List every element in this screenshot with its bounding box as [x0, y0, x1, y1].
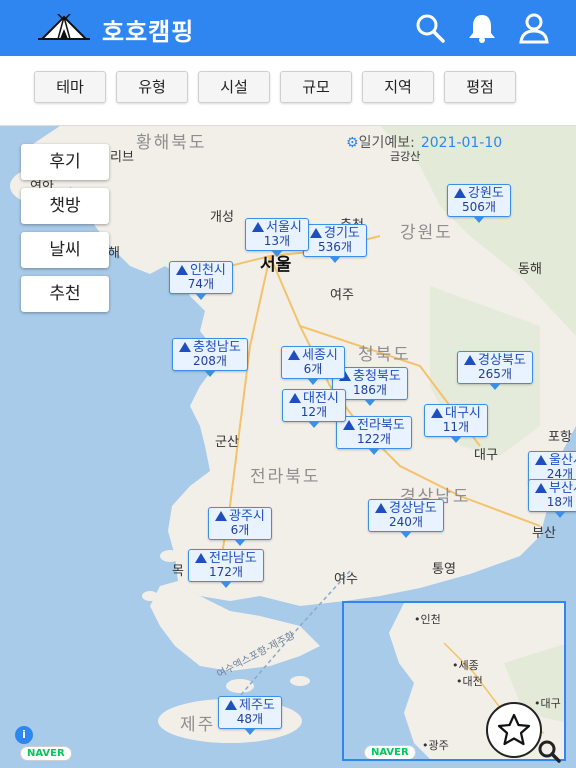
- region-marker-gangwon[interactable]: 강원도 506개: [447, 184, 511, 223]
- tent-logo-icon: [38, 14, 90, 40]
- filter-rating-button[interactable]: 평점: [444, 71, 516, 103]
- weather-date: 2021-01-10: [420, 135, 503, 151]
- minimap-label: •인천: [414, 613, 441, 626]
- map-label: 황해북도: [136, 133, 207, 153]
- chat-room-button[interactable]: 챗방: [21, 188, 109, 224]
- gear-icon: ⚙: [346, 135, 359, 151]
- tent-icon: [535, 455, 547, 465]
- favorite-star-button[interactable]: [486, 702, 542, 758]
- filter-size-button[interactable]: 규모: [280, 71, 352, 103]
- region-marker-daegu[interactable]: 대구시 11개: [424, 404, 488, 443]
- tent-icon: [310, 228, 322, 238]
- reviews-button[interactable]: 후기: [21, 144, 109, 180]
- weather-button[interactable]: 날씨: [21, 232, 109, 268]
- map-label: 리브: [110, 150, 134, 165]
- map-label: 강원도: [400, 223, 453, 243]
- minimap-label: •광주: [422, 739, 449, 752]
- region-marker-daejeon[interactable]: 대전시 12개: [282, 389, 346, 428]
- filter-region-button[interactable]: 지역: [362, 71, 434, 103]
- tent-icon: [464, 355, 476, 365]
- tent-icon: [176, 265, 188, 275]
- region-marker-incheon[interactable]: 인천시 74개: [169, 261, 233, 300]
- tent-icon: [454, 188, 466, 198]
- region-marker-gyeongnam[interactable]: 경상남도 240개: [368, 499, 444, 538]
- filter-facility-button[interactable]: 시설: [198, 71, 270, 103]
- tent-icon: [288, 350, 300, 360]
- map-label: 여수: [334, 572, 358, 587]
- region-marker-jeju[interactable]: 제주도 48개: [218, 696, 282, 735]
- star-icon: [497, 713, 531, 746]
- region-marker-sejong[interactable]: 세종시 6개: [281, 346, 345, 385]
- map-label: 청북도: [358, 345, 411, 365]
- user-icon[interactable]: [518, 12, 550, 44]
- map-label: 대구: [474, 448, 498, 463]
- map-label: 부산: [532, 526, 556, 541]
- map-label: 통영: [432, 562, 456, 577]
- tent-icon: [431, 408, 443, 418]
- filter-theme-button[interactable]: 테마: [34, 71, 106, 103]
- map-label: 제주: [180, 715, 216, 735]
- region-marker-seoul[interactable]: 서울시 13개: [245, 218, 309, 257]
- map-label: 군산: [215, 435, 239, 450]
- info-icon[interactable]: i: [15, 726, 33, 744]
- region-marker-gyeonggi[interactable]: 경기도 536개: [303, 224, 367, 263]
- region-marker-busan[interactable]: 부산시 18개: [528, 479, 576, 518]
- tent-icon: [195, 553, 207, 563]
- region-marker-gwangju[interactable]: 광주시 6개: [208, 507, 272, 546]
- map-label: 금강산: [390, 150, 421, 163]
- zoom-search-icon[interactable]: [536, 738, 562, 764]
- bell-icon[interactable]: [466, 12, 498, 44]
- tent-icon: [179, 342, 191, 352]
- map-label: 목: [172, 564, 184, 579]
- tent-icon: [375, 503, 387, 513]
- naver-logo: NAVER: [20, 746, 72, 761]
- tent-icon: [535, 483, 547, 493]
- naver-logo: NAVER: [364, 745, 416, 759]
- tent-icon: [225, 700, 237, 710]
- search-icon[interactable]: [414, 12, 446, 44]
- map-label: 해: [108, 246, 120, 261]
- tent-icon: [289, 393, 301, 403]
- minimap-label: •세종: [452, 659, 479, 672]
- filter-type-button[interactable]: 유형: [116, 71, 188, 103]
- region-marker-jeonbuk[interactable]: 전라북도 122개: [336, 416, 412, 455]
- tent-icon: [215, 511, 227, 521]
- app-header: 호호캠핑: [0, 0, 576, 56]
- minimap-label: •대전: [456, 675, 483, 688]
- map-label: 동해: [518, 262, 542, 277]
- filter-bar: 테마 유형 시설 규모 지역 평점: [0, 56, 576, 126]
- map-view[interactable]: ⚙일기예보:2021-01-10 황해북도 금강산 강원도 리브 연안 개성 춘…: [0, 126, 576, 768]
- map-label: 포항: [548, 430, 572, 445]
- map-label: 전라북도: [250, 467, 321, 487]
- weather-forecast-label: ⚙일기예보: 2021-01-10: [346, 135, 503, 151]
- region-marker-chungnam[interactable]: 충청남도 208개: [172, 338, 248, 377]
- map-label: 개성: [210, 210, 234, 225]
- map-label: 여주: [330, 288, 354, 303]
- region-marker-jeonnam[interactable]: 전라남도 172개: [188, 549, 264, 588]
- recommend-button[interactable]: 추천: [21, 276, 109, 312]
- app-title: 호호캠핑: [102, 18, 195, 46]
- region-marker-gyeongbuk[interactable]: 경상북도 265개: [457, 351, 533, 390]
- tent-icon: [343, 420, 355, 430]
- tent-icon: [252, 222, 264, 232]
